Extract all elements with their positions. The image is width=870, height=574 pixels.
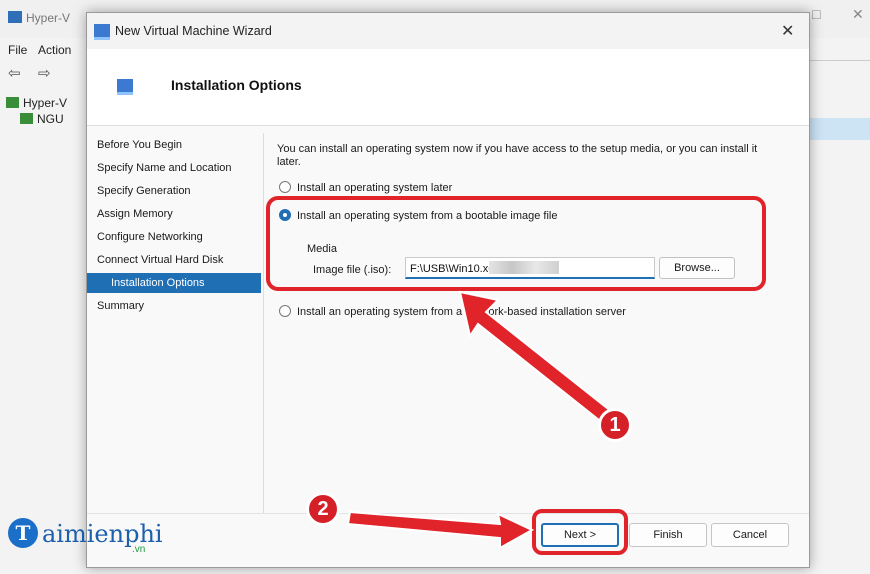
step-badge-1: 1 [598, 408, 632, 442]
logo-suffix: .vn [132, 544, 146, 555]
logo-mark: T [8, 518, 38, 548]
annotation-arrows [346, 290, 614, 550]
arrow-1-shape [458, 290, 614, 426]
step-badge-2: 2 [306, 492, 340, 526]
arrow-2-shape [346, 510, 535, 550]
